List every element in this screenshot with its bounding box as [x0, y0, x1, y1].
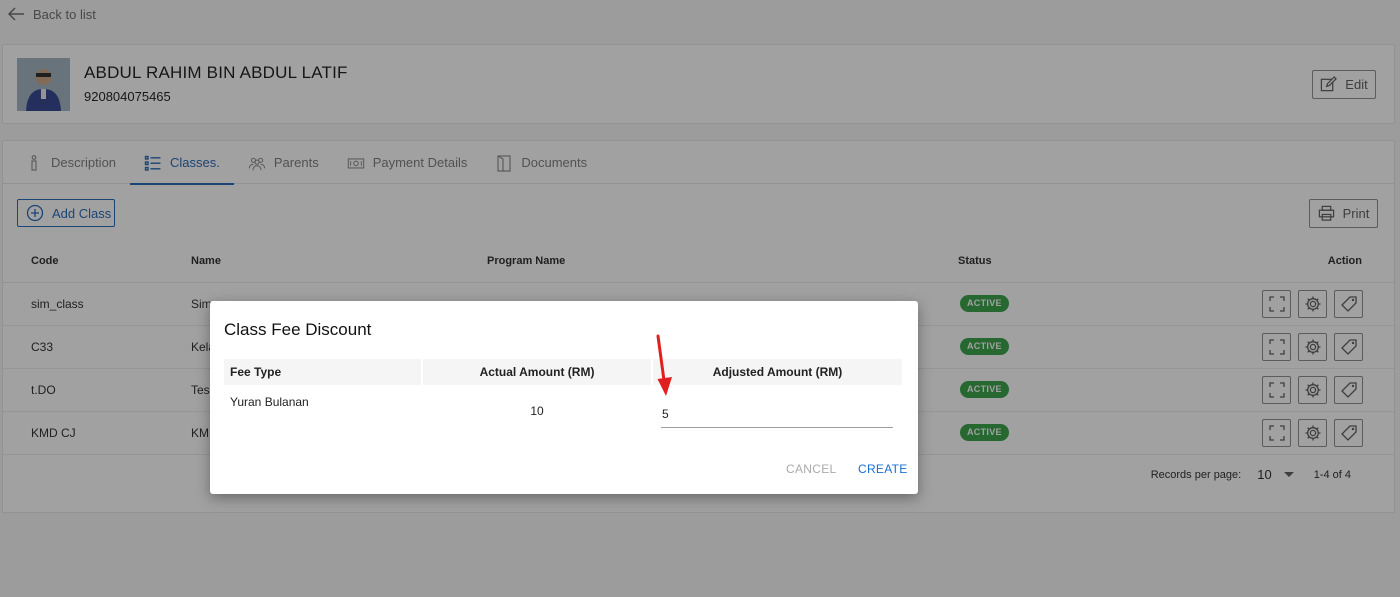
- dialog-table-header: Fee Type Actual Amount (RM) Adjusted Amo…: [224, 359, 902, 385]
- header-fee-type: Fee Type: [224, 359, 421, 385]
- create-button[interactable]: CREATE: [858, 462, 908, 476]
- adjusted-amount-input[interactable]: [661, 400, 893, 428]
- modal-overlay[interactable]: [0, 0, 1400, 597]
- fee-type-cell: Yuran Bulanan: [230, 395, 309, 409]
- dialog-title: Class Fee Discount: [224, 320, 372, 339]
- actual-amount-cell: 10: [530, 404, 544, 418]
- red-arrow-annotation: [656, 334, 672, 396]
- header-actual-amount: Actual Amount (RM): [423, 359, 651, 385]
- header-adjusted-amount: Adjusted Amount (RM): [653, 359, 902, 385]
- class-fee-discount-dialog: Class Fee Discount Fee Type Actual Amoun…: [210, 301, 918, 494]
- cancel-button[interactable]: CANCEL: [786, 462, 836, 476]
